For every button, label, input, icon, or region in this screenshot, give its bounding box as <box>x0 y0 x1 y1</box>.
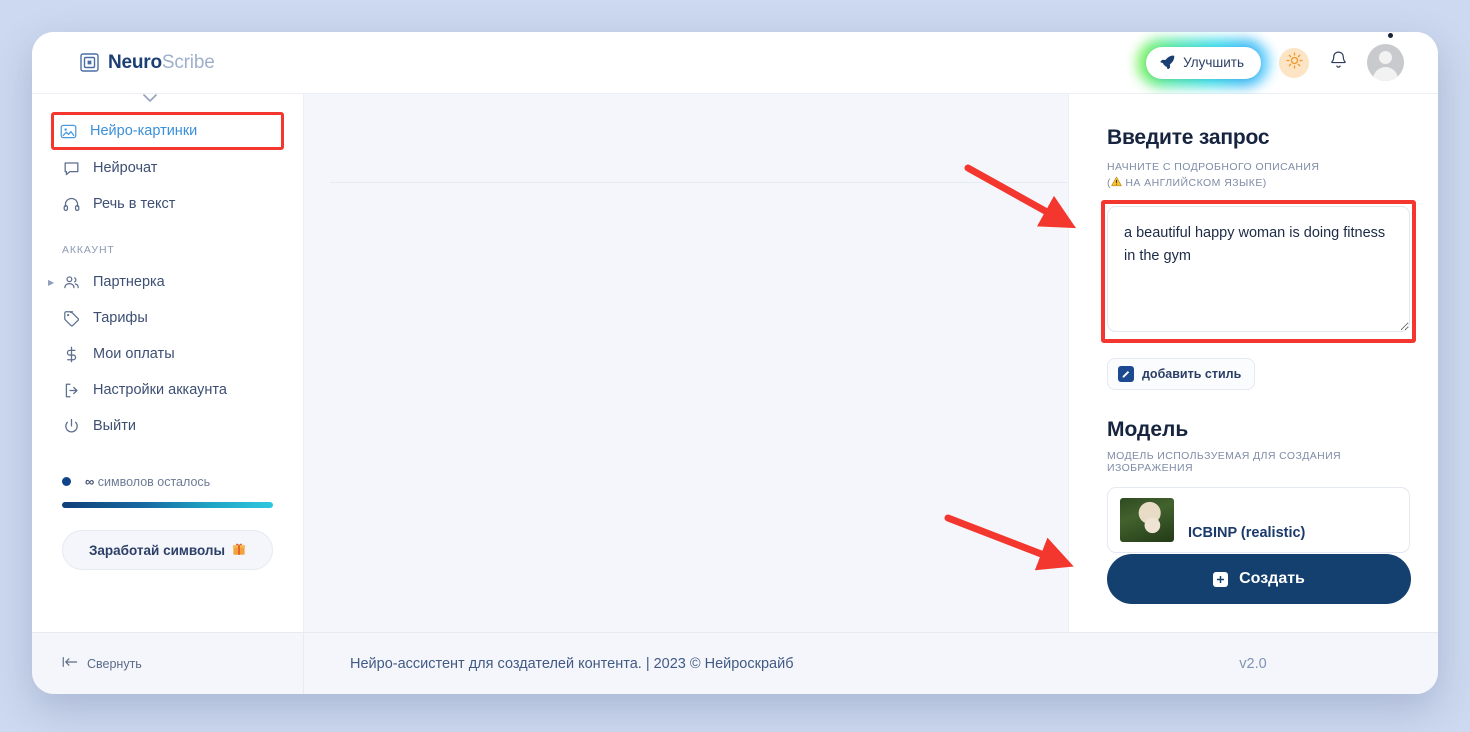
avatar[interactable] <box>1367 44 1404 81</box>
generation-settings-panel: Введите запрос НАЧНИТЕ С ПОДРОБНОГО ОПИС… <box>1068 94 1438 632</box>
sidebar-item-logout[interactable]: Выйти <box>54 408 281 444</box>
collapse-left-icon <box>62 656 78 671</box>
power-icon <box>62 417 80 435</box>
create-button-label: Создать <box>1239 570 1305 587</box>
prompt-box-wrapper <box>1101 199 1416 343</box>
model-card[interactable]: ICBINP (realistic) <box>1107 486 1410 553</box>
content-divider <box>330 182 1068 183</box>
main-content-area <box>304 94 1068 632</box>
sidebar-item-neuro-images[interactable]: Нейро-картинки <box>51 112 284 150</box>
add-style-button[interactable]: добавить стиль <box>1107 357 1256 390</box>
earn-symbols-label: Заработай символы <box>88 542 226 558</box>
prompt-hint-text-after-icon: НА АНГЛИЙСКОМ ЯЗЫКЕ) <box>1121 177 1267 190</box>
gift-icon <box>232 542 246 559</box>
model-preview-thumbnail <box>1120 497 1174 542</box>
nested-squares-logo-icon <box>80 53 99 72</box>
quota-status-dot <box>62 477 71 486</box>
upgrade-button[interactable]: Улучшить <box>1146 46 1261 79</box>
warning-triangle-icon <box>1111 176 1122 189</box>
dollar-icon <box>62 345 80 363</box>
upgrade-button-wrapper: Улучшить <box>1137 38 1270 87</box>
model-name-label: ICBINP (realistic) <box>1188 524 1306 541</box>
user-avatar-icon <box>1379 51 1392 64</box>
sidebar-section-label: АККАУНТ <box>62 244 115 256</box>
header-actions: Улучшить <box>1137 33 1404 87</box>
sidebar-item-neurochat[interactable]: Нейрочат <box>54 150 281 186</box>
app-version: v2.0 <box>1239 655 1267 672</box>
chat-bubble-icon <box>62 159 80 177</box>
brand-name: NeuroScribe <box>108 52 215 74</box>
image-icon <box>59 122 77 140</box>
earn-symbols-button[interactable]: Заработай символы <box>62 530 273 570</box>
brand-logo[interactable]: NeuroScribe <box>80 52 215 74</box>
login-arrow-icon <box>62 381 80 399</box>
brand-name-light: Scribe <box>161 51 215 73</box>
quota-section: ∞ символов осталось Заработай символы <box>54 474 281 570</box>
sidebar-item-account-settings[interactable]: Настройки аккаунта <box>54 372 281 408</box>
plus-square-icon <box>1213 571 1229 587</box>
app-window: NeuroScribe Улучшить Нейро-картинки Нейр… <box>32 32 1438 694</box>
collapse-sidebar-button[interactable]: Свернуть <box>32 633 304 694</box>
quota-row: ∞ символов осталось <box>62 474 273 489</box>
brand-name-bold: Neuro <box>108 51 162 73</box>
avatar-body-shape <box>1373 67 1398 81</box>
rocket-icon <box>1160 54 1175 72</box>
sidebar-item-label: Выйти <box>93 418 136 434</box>
notifications-button[interactable] <box>1327 50 1349 76</box>
sidebar-item-label: Тарифы <box>93 310 148 326</box>
avatar-status-dot <box>1388 33 1393 38</box>
page-title: Введите запрос <box>1107 126 1270 149</box>
sidebar-item-label: Настройки аккаунта <box>93 382 227 398</box>
footer-copyright: Нейро-ассистент для создателей контента.… <box>350 655 794 672</box>
headphones-icon <box>62 195 80 213</box>
collapse-label: Свернуть <box>87 656 142 671</box>
theme-toggle-button[interactable] <box>1279 47 1309 78</box>
sidebar-item-label: Нейрочат <box>93 160 158 176</box>
sidebar: Нейро-картинки Нейрочат Речь в текст АКК… <box>32 94 304 632</box>
top-header-bar: NeuroScribe Улучшить <box>32 32 1438 94</box>
sidebar-item-my-payments[interactable]: Мои оплаты <box>54 336 281 372</box>
pencil-square-icon <box>1118 365 1134 382</box>
sidebar-item-label: Речь в текст <box>93 196 176 212</box>
sidebar-item-speech-to-text[interactable]: Речь в текст <box>54 186 281 222</box>
sidebar-item-partnerka[interactable]: ▶ Партнерка <box>48 264 281 300</box>
prompt-input[interactable] <box>1107 205 1410 332</box>
sidebar-item-label: Нейро-картинки <box>90 123 198 139</box>
tag-icon <box>62 309 80 327</box>
footer-bar: Свернуть Нейро-ассистент для создателей … <box>32 632 1438 694</box>
sidebar-item-label: Партнерка <box>93 274 165 290</box>
users-icon <box>62 273 80 291</box>
sun-icon <box>1285 51 1303 74</box>
chevron-right-icon: ▶ <box>48 277 55 287</box>
prompt-hint-line2: ( НА АНГЛИЙСКОМ ЯЗЫКЕ) <box>1107 175 1410 191</box>
sidebar-nav: Нейро-картинки Нейрочат Речь в текст АКК… <box>48 94 284 444</box>
model-section-title: Модель <box>1107 417 1189 441</box>
prompt-hint: НАЧНИТЕ С ПОДРОБНОГО ОПИСАНИЯ ( НА АНГЛИ… <box>1107 159 1410 192</box>
prompt-hint-line1: НАЧНИТЕ С ПОДРОБНОГО ОПИСАНИЯ <box>1107 161 1320 173</box>
chevron-down-icon[interactable] <box>142 91 158 109</box>
avatar-wrapper <box>1367 33 1404 81</box>
create-button[interactable]: Создать <box>1107 554 1411 604</box>
add-style-label: добавить стиль <box>1142 366 1242 381</box>
model-section-subtitle: МОДЕЛЬ ИСПОЛЬЗУЕМАЯ ДЛЯ СОЗДАНИЯ ИЗОБРАЖ… <box>1107 449 1342 474</box>
quota-label: символов осталось <box>97 475 211 489</box>
sidebar-item-tariffs[interactable]: Тарифы <box>54 300 281 336</box>
app-body: Нейро-картинки Нейрочат Речь в текст АКК… <box>32 94 1438 632</box>
bell-icon <box>1329 50 1348 76</box>
upgrade-button-label: Улучшить <box>1183 55 1244 70</box>
quota-text: ∞ символов осталось <box>85 474 210 489</box>
quota-amount: ∞ <box>85 474 95 489</box>
quota-progress-bar <box>62 502 273 508</box>
sidebar-item-label: Мои оплаты <box>93 346 175 362</box>
